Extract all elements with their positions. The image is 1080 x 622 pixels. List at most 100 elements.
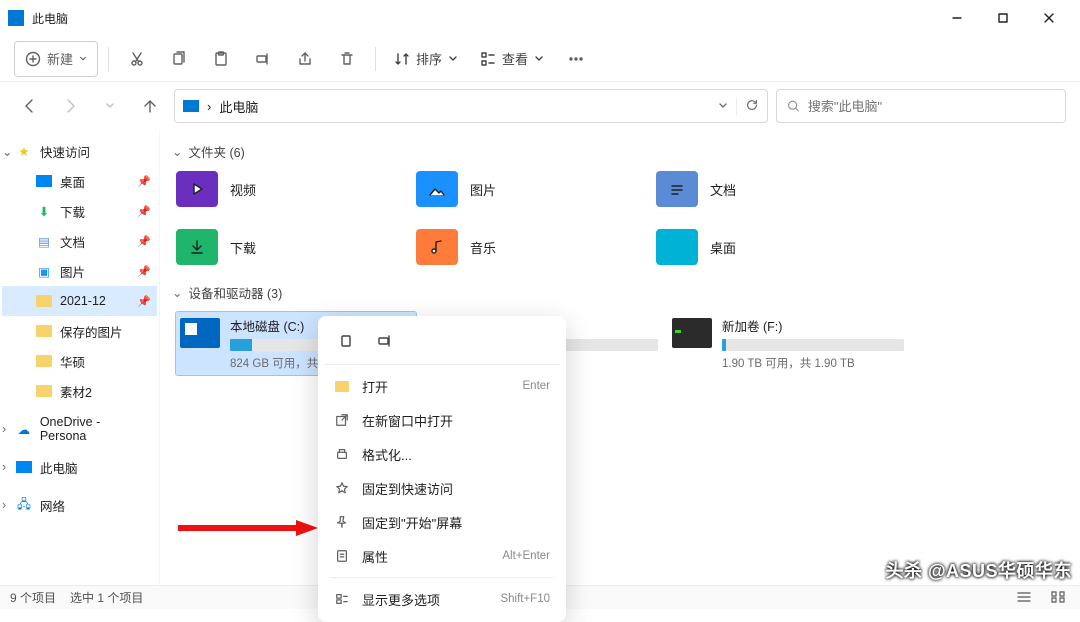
icons-view-button[interactable] bbox=[1050, 590, 1070, 606]
sidebar-item-saved-pics[interactable]: 保存的图片 bbox=[2, 316, 157, 346]
folder-icon bbox=[334, 381, 350, 392]
folder-label: 视频 bbox=[230, 180, 256, 199]
search-box[interactable] bbox=[776, 89, 1066, 123]
chevron-down-icon: ⌄ bbox=[172, 144, 182, 159]
sort-button[interactable]: 排序 bbox=[386, 41, 466, 77]
properties-icon bbox=[334, 549, 350, 563]
star-icon bbox=[334, 481, 350, 495]
chevron-down-icon[interactable] bbox=[718, 99, 728, 114]
pin-icon bbox=[334, 515, 350, 529]
breadcrumb[interactable]: 此电脑 bbox=[219, 97, 710, 116]
window-title: 此电脑 bbox=[32, 10, 934, 27]
picture-icon: ▣ bbox=[36, 264, 52, 278]
format-icon bbox=[334, 447, 350, 461]
sidebar-label: 图片 bbox=[60, 262, 85, 281]
maximize-button[interactable] bbox=[980, 2, 1026, 34]
group-header-drives[interactable]: ⌄ 设备和驱动器 (3) bbox=[172, 283, 1070, 302]
sidebar-item-material2[interactable]: 素材2 bbox=[2, 376, 157, 406]
folder-label: 下载 bbox=[230, 238, 256, 257]
sidebar-item-network[interactable]: › 🖧 网络 bbox=[2, 490, 157, 520]
status-count: 9 个项目 bbox=[10, 589, 56, 606]
desktop-icon bbox=[656, 229, 698, 265]
recent-button[interactable] bbox=[94, 90, 126, 122]
ctx-open[interactable]: 打开 Enter bbox=[324, 369, 560, 403]
sidebar-item-documents[interactable]: ▤ 文档 📌 bbox=[2, 226, 157, 256]
folder-downloads[interactable]: 下载 bbox=[176, 229, 416, 265]
sidebar-label: 网络 bbox=[40, 496, 65, 515]
download-icon: ⬇ bbox=[36, 204, 52, 218]
music-icon bbox=[416, 229, 458, 265]
new-button[interactable]: 新建 bbox=[14, 41, 98, 77]
drive-f[interactable]: 新加卷 (F:) 1.90 TB 可用，共 1.90 TB bbox=[668, 312, 908, 375]
sidebar: ⌄ ★ 快速访问 桌面 📌 ⬇ 下载 📌 ▤ 文档 📌 ▣ 图片 📌 2021-… bbox=[0, 130, 160, 585]
folder-documents[interactable]: 文档 bbox=[656, 171, 896, 207]
chevron-right-icon[interactable]: › bbox=[2, 460, 14, 474]
ctx-new-window[interactable]: 在新窗口中打开 bbox=[324, 403, 560, 437]
ctx-format[interactable]: 格式化... bbox=[324, 437, 560, 471]
group-label: 文件夹 (6) bbox=[188, 142, 244, 161]
video-icon bbox=[176, 171, 218, 207]
pin-icon: 📌 bbox=[137, 235, 151, 248]
cut-button[interactable] bbox=[119, 41, 155, 77]
minimize-button[interactable] bbox=[934, 2, 980, 34]
folder-label: 桌面 bbox=[710, 238, 736, 257]
folder-icon bbox=[36, 295, 52, 307]
ctx-copy-button[interactable] bbox=[330, 326, 364, 356]
sidebar-label: 文档 bbox=[60, 232, 85, 251]
folder-label: 文档 bbox=[710, 180, 736, 199]
view-label: 查看 bbox=[502, 49, 528, 68]
network-icon: 🖧 bbox=[16, 498, 32, 512]
ctx-properties[interactable]: 属性 Alt+Enter bbox=[324, 539, 560, 573]
folder-music[interactable]: 音乐 bbox=[416, 229, 656, 265]
close-button[interactable] bbox=[1026, 2, 1072, 34]
picture-icon bbox=[416, 171, 458, 207]
more-icon bbox=[334, 592, 350, 606]
sidebar-item-this-pc[interactable]: › 此电脑 bbox=[2, 452, 157, 482]
up-button[interactable] bbox=[134, 90, 166, 122]
group-label: 设备和驱动器 (3) bbox=[188, 283, 282, 302]
sidebar-item-pictures[interactable]: ▣ 图片 📌 bbox=[2, 256, 157, 286]
ctx-rename-button[interactable] bbox=[368, 326, 402, 356]
sidebar-item-asus[interactable]: 华硕 bbox=[2, 346, 157, 376]
delete-button[interactable] bbox=[329, 41, 365, 77]
back-button[interactable] bbox=[14, 90, 46, 122]
new-window-icon bbox=[334, 413, 350, 427]
sidebar-item-desktop[interactable]: 桌面 📌 bbox=[2, 166, 157, 196]
address-bar[interactable]: › 此电脑 bbox=[174, 89, 768, 123]
star-icon: ★ bbox=[16, 144, 32, 158]
chevron-right-icon[interactable]: › bbox=[2, 498, 14, 512]
document-icon: ▤ bbox=[36, 234, 52, 248]
refresh-button[interactable] bbox=[736, 98, 759, 115]
sidebar-label: 华硕 bbox=[60, 352, 85, 371]
more-button[interactable] bbox=[558, 41, 594, 77]
search-icon bbox=[787, 99, 800, 113]
sidebar-item-2021-12[interactable]: 2021-12 📌 bbox=[2, 286, 157, 316]
sidebar-item-quick[interactable]: ⌄ ★ 快速访问 bbox=[2, 136, 157, 166]
rename-button[interactable] bbox=[245, 41, 281, 77]
sort-label: 排序 bbox=[416, 49, 442, 68]
paste-button[interactable] bbox=[203, 41, 239, 77]
ctx-more-options[interactable]: 显示更多选项 Shift+F10 bbox=[324, 582, 560, 616]
forward-button[interactable] bbox=[54, 90, 86, 122]
ctx-pin-start[interactable]: 固定到"开始"屏幕 bbox=[324, 505, 560, 539]
chevron-down-icon[interactable]: ⌄ bbox=[2, 144, 14, 159]
ctx-label: 格式化... bbox=[362, 445, 550, 464]
folder-pictures[interactable]: 图片 bbox=[416, 171, 656, 207]
folder-desktop[interactable]: 桌面 bbox=[656, 229, 896, 265]
search-input[interactable] bbox=[808, 99, 1055, 114]
share-button[interactable] bbox=[287, 41, 323, 77]
chevron-right-icon: › bbox=[207, 99, 211, 114]
folder-video[interactable]: 视频 bbox=[176, 171, 416, 207]
sidebar-item-downloads[interactable]: ⬇ 下载 📌 bbox=[2, 196, 157, 226]
chevron-right-icon[interactable]: › bbox=[2, 422, 14, 436]
copy-button[interactable] bbox=[161, 41, 197, 77]
details-view-button[interactable] bbox=[1016, 590, 1036, 606]
navigation-row: › 此电脑 bbox=[0, 82, 1080, 130]
group-header-folders[interactable]: ⌄ 文件夹 (6) bbox=[172, 142, 1070, 161]
new-label: 新建 bbox=[47, 49, 73, 68]
ctx-accelerator: Enter bbox=[523, 380, 551, 392]
ctx-label: 在新窗口中打开 bbox=[362, 411, 550, 430]
sidebar-item-onedrive[interactable]: › ☁ OneDrive - Persona bbox=[2, 414, 157, 444]
ctx-pin-quick[interactable]: 固定到快速访问 bbox=[324, 471, 560, 505]
view-button[interactable]: 查看 bbox=[472, 41, 552, 77]
